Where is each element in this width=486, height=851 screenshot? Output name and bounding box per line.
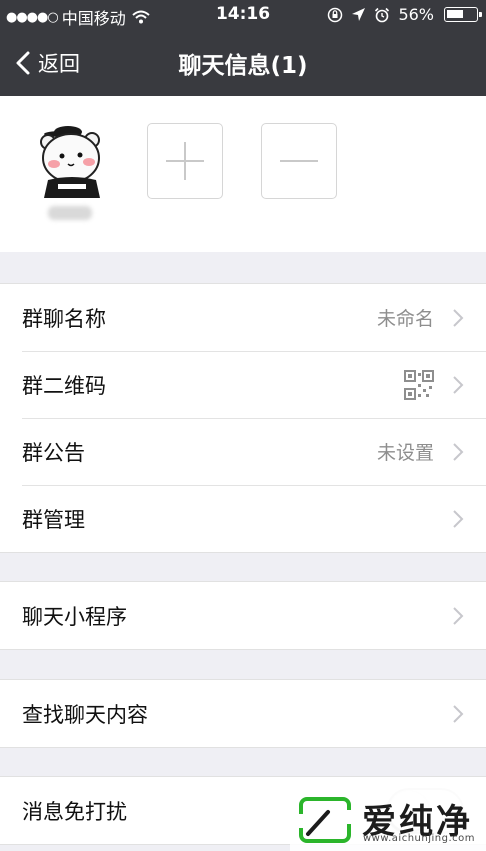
orientation-lock-icon — [328, 7, 343, 22]
row-label: 群聊名称 — [22, 306, 106, 331]
row-value: 未命名 — [376, 308, 434, 330]
settings-group-group-info: 群聊名称 未命名 群二维码 群公告 未设置 群管理 — [0, 283, 486, 553]
remove-member-button[interactable] — [261, 123, 337, 199]
status-bar: ●●●●○ 中国移动 14:16 56% — [0, 0, 486, 30]
watermark: 爱纯净 www.aichunjing.com — [290, 788, 486, 851]
chevron-right-icon — [453, 375, 464, 394]
chevron-right-icon — [453, 704, 464, 723]
row-value: 未设置 — [376, 442, 434, 464]
chevron-right-icon — [453, 442, 464, 461]
settings-group-mini-programs: 聊天小程序 — [0, 581, 486, 650]
chevron-right-icon — [453, 606, 464, 625]
row-label: 群二维码 — [22, 373, 106, 398]
row-search-chat-content[interactable]: 查找聊天内容 — [0, 680, 486, 747]
qr-code-icon — [404, 369, 434, 400]
row-group-announcement[interactable]: 群公告 未设置 — [0, 418, 486, 485]
page-title: 聊天信息(1) — [178, 53, 308, 79]
navigation-bar: 返回 聊天信息(1) — [0, 30, 486, 96]
member-name-blurred — [48, 206, 92, 220]
row-group-name[interactable]: 群聊名称 未命名 — [0, 284, 486, 351]
row-label: 聊天小程序 — [22, 604, 127, 629]
watermark-url: www.aichunjing.com — [363, 833, 475, 844]
settings-group-search: 查找聊天内容 — [0, 679, 486, 748]
alarm-icon — [375, 7, 390, 22]
watermark-logo-icon — [298, 797, 352, 843]
add-member-button[interactable] — [147, 123, 223, 199]
battery-level — [447, 10, 463, 18]
row-label: 消息免打扰 — [22, 799, 127, 824]
member-grid — [0, 96, 486, 252]
row-chat-mini-programs[interactable]: 聊天小程序 — [0, 582, 486, 649]
plus-icon-vertical — [184, 142, 186, 180]
avatar[interactable] — [34, 118, 114, 198]
row-label: 群管理 — [22, 507, 85, 532]
app-header: ●●●●○ 中国移动 14:16 56% 返回 聊天信息(1) — [0, 0, 486, 96]
minus-icon — [280, 160, 318, 162]
battery-percent: 56% — [398, 5, 434, 24]
chevron-right-icon — [453, 308, 464, 327]
row-group-management[interactable]: 群管理 — [0, 485, 486, 552]
member-item[interactable] — [34, 118, 114, 220]
chevron-right-icon — [453, 509, 464, 528]
battery-icon — [444, 7, 482, 22]
row-label: 群公告 — [22, 440, 85, 465]
row-group-qr-code[interactable]: 群二维码 — [0, 351, 486, 418]
location-arrow-icon — [352, 8, 366, 21]
row-label: 查找聊天内容 — [22, 702, 148, 727]
status-right: 56% — [327, 5, 482, 24]
